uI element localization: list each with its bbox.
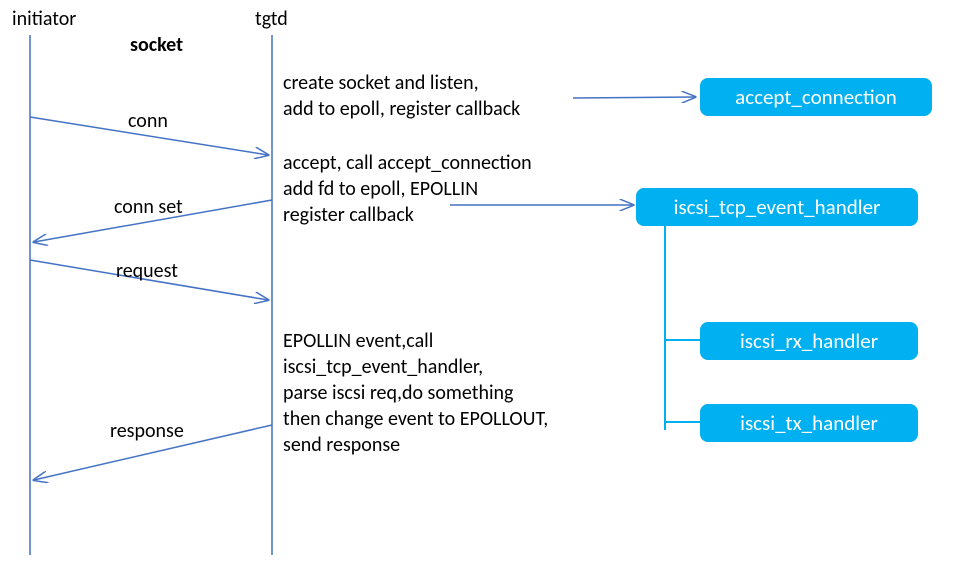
desc-line: add to epoll, register callback <box>283 97 520 121</box>
arrow-label-conn-set: conn set <box>114 194 183 220</box>
desc-line: iscsi_tcp_event_handler, <box>283 355 483 379</box>
actor-tgtd: tgtd <box>255 6 288 32</box>
desc-epollin: EPOLLIN event,call iscsi_tcp_event_handl… <box>283 328 548 458</box>
desc-line: then change event to EPOLLOUT, <box>283 407 548 431</box>
desc-accept: accept, call accept_connection add fd to… <box>283 150 532 228</box>
arrow-label-conn: conn <box>128 108 168 134</box>
desc-line: create socket and listen, <box>283 71 479 95</box>
label-socket: socket <box>130 32 183 58</box>
desc-create-socket: create socket and listen, add to epoll, … <box>283 70 520 122</box>
box-iscsi-tcp-event-handler: iscsi_tcp_event_handler <box>636 188 918 226</box>
desc-line: add fd to epoll, EPOLLIN <box>283 177 478 201</box>
actor-initiator: initiator <box>12 6 76 32</box>
box-iscsi-rx-handler: iscsi_rx_handler <box>700 322 918 360</box>
box-accept-connection: accept_connection <box>700 78 932 116</box>
arrow-label-response: response <box>110 418 184 444</box>
desc-line: register callback <box>283 203 414 227</box>
box-iscsi-tx-handler: iscsi_tx_handler <box>700 404 918 442</box>
desc-line: EPOLLIN event,call <box>283 329 433 353</box>
desc-line: send response <box>283 433 400 457</box>
arrow-label-request: request <box>116 258 178 284</box>
desc-line: accept, call accept_connection <box>283 151 532 175</box>
desc-line: parse iscsi req,do something <box>283 381 513 405</box>
